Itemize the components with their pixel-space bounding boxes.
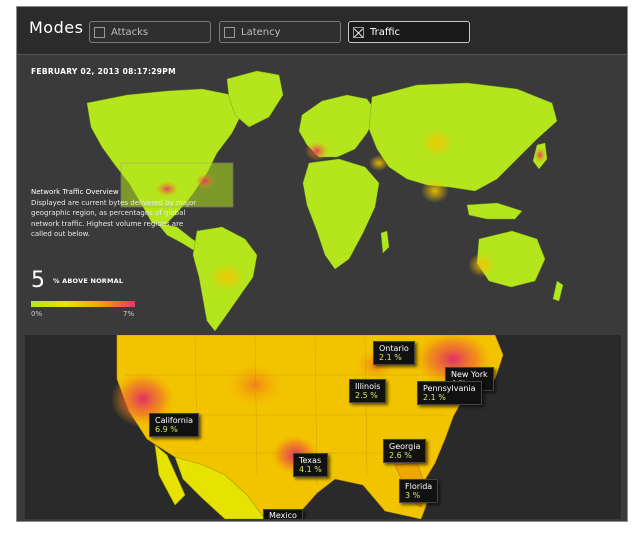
callout-pennsylvania-value: 2.1 % xyxy=(423,393,446,402)
world-map-panel: FEBRUARY 02, 2013 08:17:29PM Network Tra… xyxy=(17,55,627,335)
mode-traffic-label: Traffic xyxy=(370,26,401,38)
traffic-app: Modes Attacks Latency Traffic FEBRUARY 0… xyxy=(16,6,628,522)
callout-illinois-name: Illinois xyxy=(355,382,381,391)
china-hotspot xyxy=(421,179,449,203)
africa-land xyxy=(302,158,380,270)
callout-pennsylvania[interactable]: Pennsylvania 2.1 % xyxy=(417,381,482,405)
above-normal-label: % ABOVE NORMAL xyxy=(53,277,124,285)
callout-illinois-value: 2.5 % xyxy=(355,391,378,400)
traffic-scale-bar xyxy=(31,301,135,307)
mode-traffic-button[interactable]: Traffic xyxy=(348,21,470,43)
australia-hotspot xyxy=(468,253,496,277)
overview-panel: Network Traffic Overview Displayed are c… xyxy=(31,187,201,240)
us-zoom-panel: Ontario 2.1 % New York 4 % Pennsylvania … xyxy=(25,335,621,519)
callout-georgia-name: Georgia xyxy=(389,442,421,451)
callout-california-value: 6.9 % xyxy=(155,425,178,434)
callout-texas-name: Texas xyxy=(299,456,322,465)
mode-attacks-button[interactable]: Attacks xyxy=(89,21,211,43)
asia-north-hotspot xyxy=(421,129,453,157)
overview-title: Network Traffic Overview xyxy=(31,188,119,196)
middle-east-hotspot xyxy=(369,155,389,171)
callout-texas[interactable]: Texas 4.1 % xyxy=(293,453,328,477)
callout-california-name: California xyxy=(155,416,193,425)
us-map[interactable] xyxy=(25,335,621,519)
callout-florida-name: Florida xyxy=(405,482,433,491)
scale-min-label: 0% xyxy=(31,310,43,318)
europe-hotspot xyxy=(305,141,329,161)
plains-heat xyxy=(225,361,285,409)
traffic-checkbox[interactable] xyxy=(353,26,364,38)
overview-text: Displayed are current bytes delivered by… xyxy=(31,198,197,239)
modes-header: Modes Attacks Latency Traffic xyxy=(17,7,627,55)
callout-georgia-value: 2.6 % xyxy=(389,451,412,460)
indonesia-land xyxy=(466,202,523,220)
madagascar-land xyxy=(380,230,390,254)
callout-texas-value: 4.1 % xyxy=(299,465,322,474)
scale-max-label: 7% xyxy=(123,310,135,318)
mode-latency-label: Latency xyxy=(241,26,281,38)
callout-florida-value: 3 % xyxy=(405,491,421,500)
asia-land xyxy=(368,82,558,192)
mode-attacks-label: Attacks xyxy=(111,26,149,38)
callout-pennsylvania-name: Pennsylvania xyxy=(423,384,476,393)
callout-ontario[interactable]: Ontario 2.1 % xyxy=(373,341,415,365)
mode-latency-button[interactable]: Latency xyxy=(219,21,341,43)
callout-california[interactable]: California 6.9 % xyxy=(149,413,199,437)
above-normal-value: 5 xyxy=(31,268,45,293)
callout-ontario-name: Ontario xyxy=(379,344,409,353)
attacks-checkbox[interactable] xyxy=(94,26,105,38)
callout-ontario-value: 2.1 % xyxy=(379,353,402,362)
callout-illinois[interactable]: Illinois 2.5 % xyxy=(349,379,387,403)
callout-mexico[interactable]: Mexico xyxy=(263,509,303,519)
japan-hotspot xyxy=(534,147,546,163)
new-zealand-land xyxy=(552,280,564,302)
callout-florida[interactable]: Florida 3 % xyxy=(399,479,439,503)
brazil-hotspot xyxy=(209,263,245,291)
callout-georgia[interactable]: Georgia 2.6 % xyxy=(383,439,427,463)
timestamp: FEBRUARY 02, 2013 08:17:29PM xyxy=(31,67,176,76)
latency-checkbox[interactable] xyxy=(224,26,235,38)
callout-new-york-name: New York xyxy=(451,370,488,379)
callout-mexico-name: Mexico xyxy=(269,511,297,519)
modes-title: Modes xyxy=(29,18,84,37)
